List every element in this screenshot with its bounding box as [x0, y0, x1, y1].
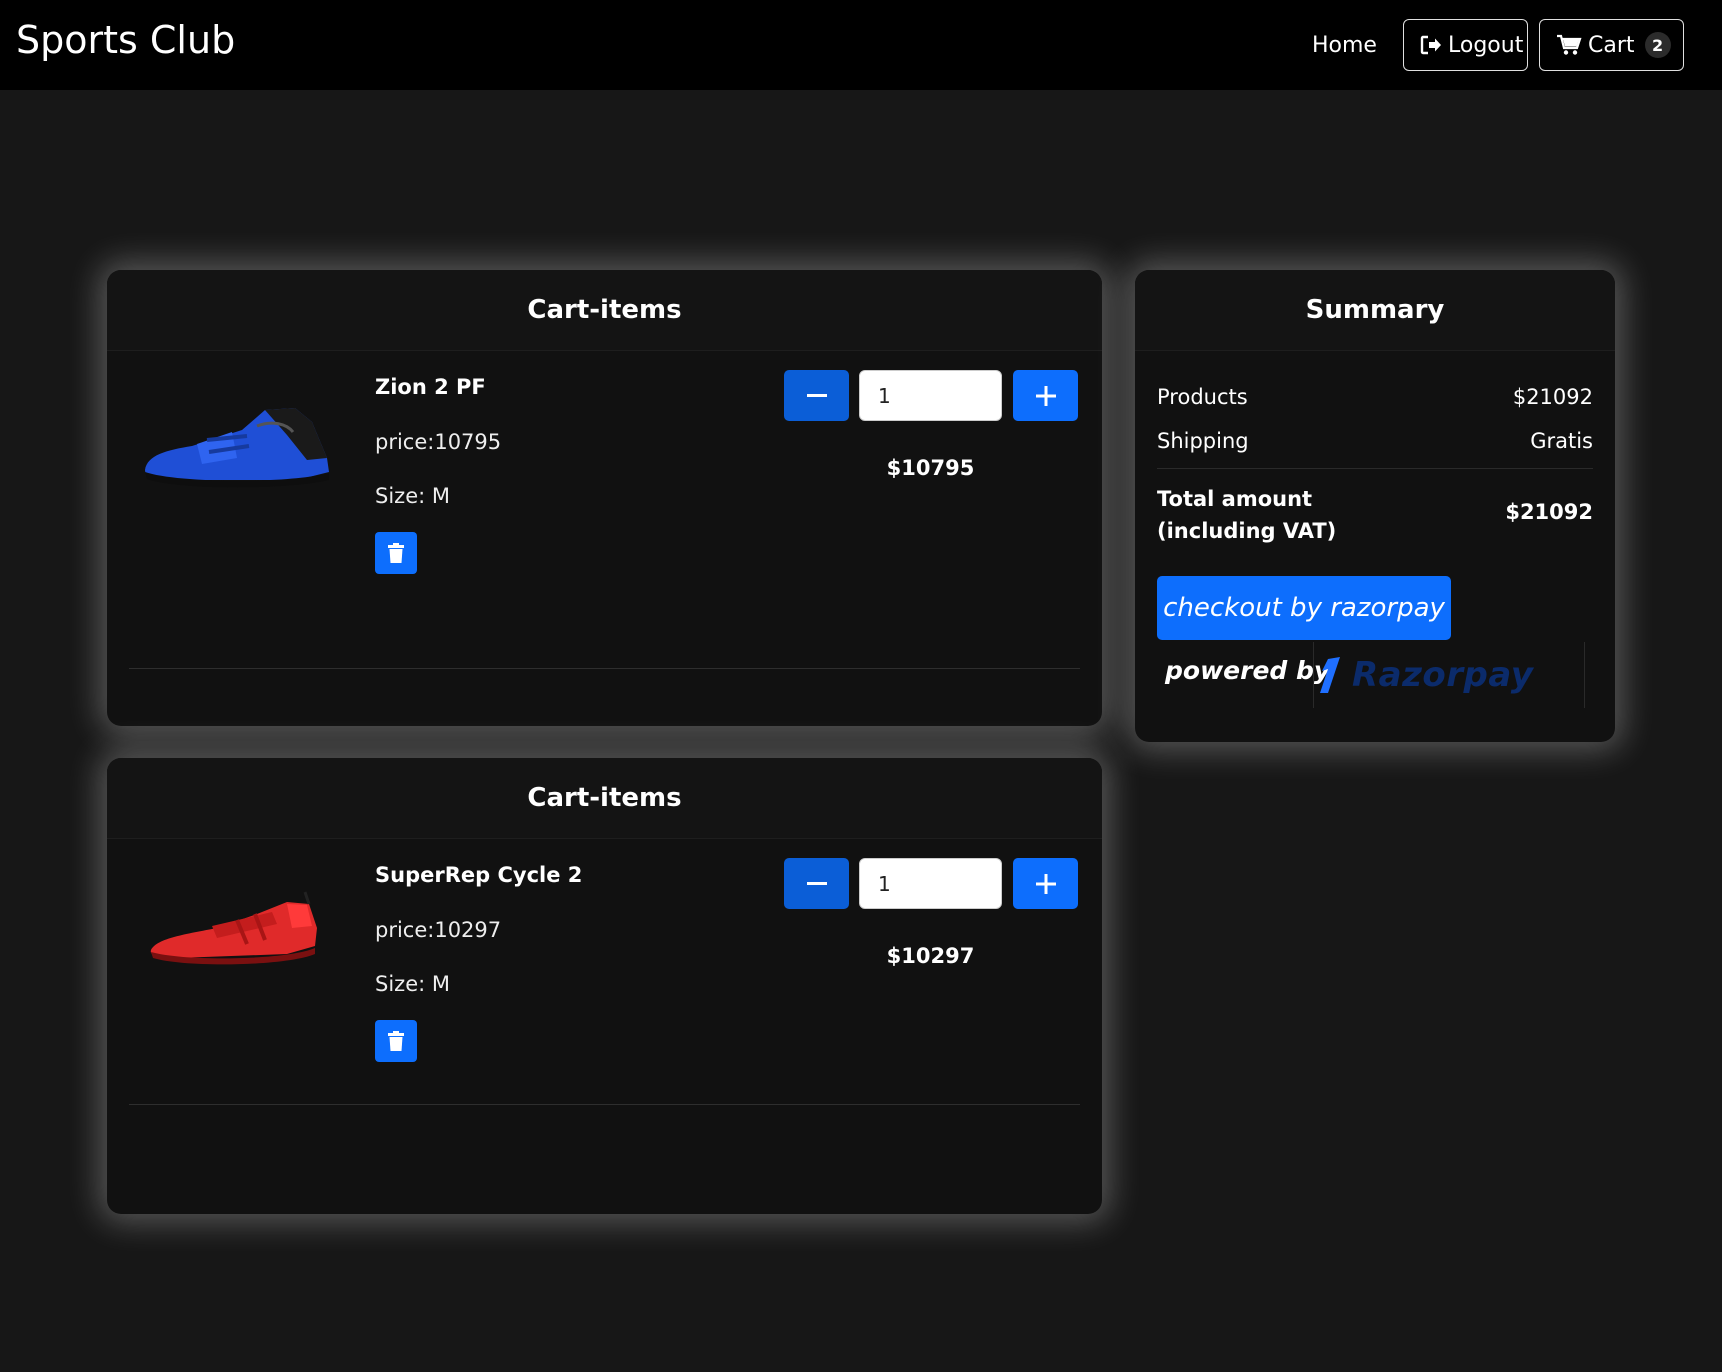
quantity-input[interactable] [859, 370, 1002, 421]
trash-icon [388, 1031, 404, 1051]
product-name: Zion 2 PF [375, 375, 486, 399]
minus-icon [806, 393, 827, 397]
cart-button[interactable]: Cart 2 [1539, 19, 1684, 71]
increase-quantity-button[interactable] [1013, 858, 1078, 909]
remove-item-button[interactable] [375, 532, 417, 574]
shipping-label: Shipping [1157, 429, 1249, 453]
total-label-line2: (including VAT) [1157, 519, 1337, 543]
increase-quantity-button[interactable] [1013, 370, 1078, 421]
checkout-button[interactable]: checkout by razorpay [1157, 576, 1451, 640]
brand-title[interactable]: Sports Club [16, 18, 235, 62]
line-total: $10795 [886, 456, 975, 480]
trash-icon [388, 543, 404, 563]
razorpay-logo: Razorpay [1313, 642, 1585, 708]
product-image-zion-2-pf [145, 408, 329, 488]
razorpay-logo-text: Razorpay [1352, 655, 1534, 695]
decrease-quantity-button[interactable] [784, 858, 849, 909]
summary-shipping-row: Shipping Gratis [1157, 429, 1593, 453]
remove-item-button[interactable] [375, 1020, 417, 1062]
decrease-quantity-button[interactable] [784, 370, 849, 421]
total-label-line1: Total amount [1157, 487, 1313, 511]
summary-products-row: Products $21092 [1157, 385, 1593, 409]
divider [129, 668, 1080, 669]
product-name: SuperRep Cycle 2 [375, 863, 583, 887]
divider [129, 1104, 1080, 1105]
minus-icon [806, 881, 827, 885]
logout-label: Logout [1448, 32, 1524, 58]
cart-items-header: Cart-items [107, 270, 1102, 351]
logout-icon [1420, 35, 1441, 55]
quantity-input[interactable] [859, 858, 1002, 909]
cart-items-header: Cart-items [107, 758, 1102, 839]
plus-icon [1035, 873, 1056, 894]
product-price: price:10795 [375, 430, 502, 454]
product-price: price:10297 [375, 918, 502, 942]
total-amount-value: $21092 [1505, 500, 1593, 524]
line-total: $10297 [886, 944, 975, 968]
cart-item-card: Cart-items SuperRep Cycle 2 price:10297 … [107, 758, 1102, 1214]
plus-icon [1035, 385, 1056, 406]
cart-icon [1557, 34, 1582, 55]
nav-home-link[interactable]: Home [1312, 33, 1377, 58]
total-amount-label: Total amount (including VAT) [1157, 483, 1336, 547]
divider [1157, 468, 1593, 469]
cart-label: Cart [1588, 32, 1635, 58]
product-image-superrep-cycle-2 [150, 891, 317, 965]
navbar: Sports Club Home Logout Cart 2 [0, 0, 1722, 90]
logout-button[interactable]: Logout [1403, 19, 1528, 71]
products-label: Products [1157, 385, 1248, 409]
cart-count-badge: 2 [1644, 32, 1671, 58]
products-value: $21092 [1512, 385, 1593, 409]
powered-by-label: powered by [1165, 656, 1331, 685]
shipping-value: Gratis [1530, 429, 1593, 453]
product-size: Size: M [375, 972, 450, 996]
summary-title: Summary [1135, 270, 1615, 351]
product-size: Size: M [375, 484, 450, 508]
razorpay-mark-icon [1320, 657, 1340, 693]
cart-item-card: Cart-items Zion 2 PF price:10795 Size: M… [107, 270, 1102, 726]
summary-card: Summary Products $21092 Shipping Gratis … [1135, 270, 1615, 742]
